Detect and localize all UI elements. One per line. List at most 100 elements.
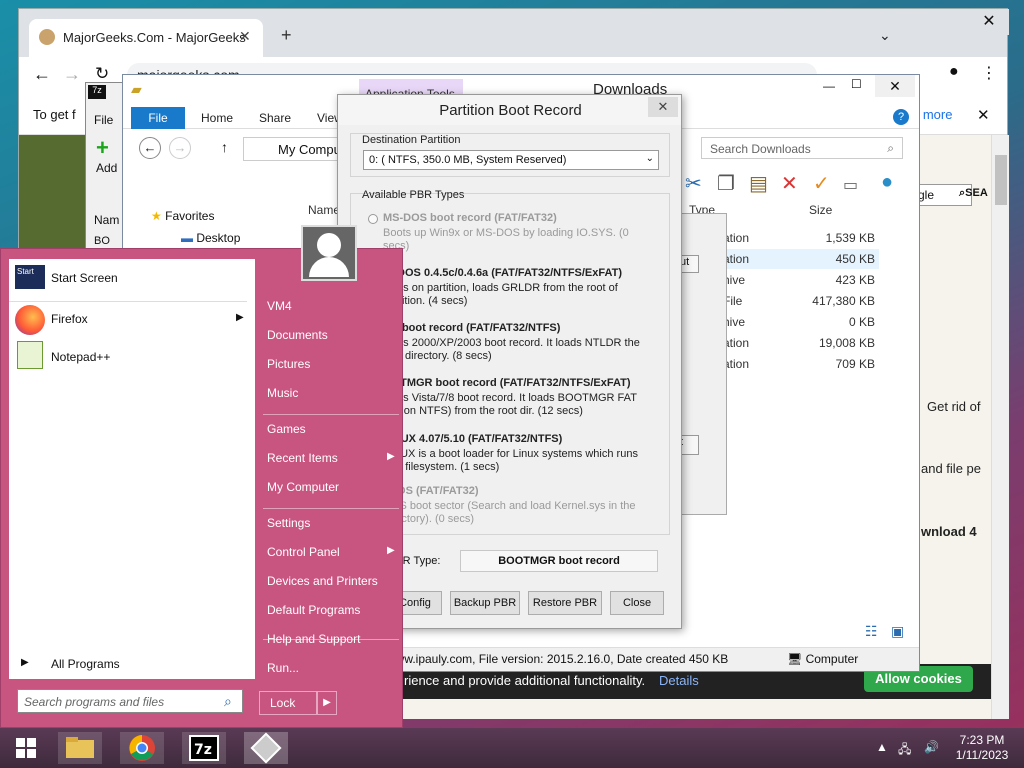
site-search-button[interactable]: ⌕SEA: [959, 187, 988, 200]
volume-icon[interactable]: 🔊: [924, 740, 939, 754]
chrome-tab-majorgeeks[interactable]: MajorGeeks.Com - MajorGeeks ✕: [29, 19, 263, 57]
lock-button[interactable]: Lock: [259, 691, 317, 715]
add-plus-icon[interactable]: +: [96, 135, 109, 161]
sevenzip-row[interactable]: BO: [94, 235, 110, 247]
file-row-size[interactable]: 423 KB: [785, 273, 875, 287]
pinned-start-screen[interactable]: Start Screen: [51, 271, 118, 285]
taskbar-bootice[interactable]: [244, 732, 288, 764]
destination-partition-select[interactable]: 0: ( NTFS, 350.0 MB, System Reserved) ⌄: [363, 150, 659, 170]
forward-icon[interactable]: →: [169, 137, 191, 159]
start-right-item[interactable]: Run...: [267, 661, 299, 675]
scrollbar-thumb[interactable]: [995, 155, 1007, 205]
start-right-item[interactable]: Games: [267, 422, 306, 436]
back-icon[interactable]: ←: [139, 137, 161, 159]
close-tab-icon[interactable]: ✕: [239, 28, 251, 45]
details-view-icon[interactable]: ☷: [865, 623, 878, 640]
start-right-item[interactable]: Devices and Printers: [267, 574, 378, 588]
start-right-item[interactable]: Recent Items: [267, 451, 338, 465]
submenu-arrow-icon[interactable]: ▶: [387, 451, 395, 462]
new-tab-button[interactable]: +: [281, 25, 292, 46]
reload-icon[interactable]: ↻: [95, 64, 109, 84]
explorer-close-button[interactable]: ✕: [875, 75, 915, 97]
pbr-type-label[interactable]: MS-DOS boot record (FAT/FAT32): [383, 212, 557, 224]
file-row-size[interactable]: 417,380 KB: [785, 294, 875, 308]
forward-icon[interactable]: →: [63, 64, 81, 85]
pinned-firefox[interactable]: Firefox: [51, 312, 88, 326]
taskbar-explorer[interactable]: [58, 732, 102, 764]
maximize-icon[interactable]: ☐: [851, 77, 862, 91]
all-programs[interactable]: All Programs: [51, 657, 120, 671]
search-icon[interactable]: ⌕: [224, 693, 232, 710]
pbr-type-radio[interactable]: [368, 214, 378, 224]
start-right-item[interactable]: VM4: [267, 299, 292, 313]
ribbon-home-tab[interactable]: Home: [201, 111, 233, 125]
chrome-close-button[interactable]: ✕: [969, 9, 1009, 35]
back-icon[interactable]: ←: [33, 64, 51, 85]
column-name[interactable]: Name: [308, 203, 340, 217]
file-row-size[interactable]: 450 KB: [785, 252, 875, 266]
start-right-item[interactable]: Settings: [267, 516, 310, 530]
cut-icon[interactable]: ✂: [685, 171, 702, 196]
column-size[interactable]: Size: [809, 203, 832, 217]
webpage-text-3[interactable]: wnload 4: [921, 524, 977, 539]
start-right-item[interactable]: My Computer: [267, 480, 339, 494]
user-avatar[interactable]: [301, 225, 357, 281]
sevenzip-name-column[interactable]: Nam: [94, 213, 119, 227]
taskbar-7zip[interactable]: 7z: [182, 732, 226, 764]
help-icon[interactable]: ?: [893, 109, 909, 125]
chevron-down-icon[interactable]: ⌄: [879, 27, 891, 44]
power-options-arrow-icon[interactable]: ▶: [317, 691, 337, 715]
close-button[interactable]: Close: [610, 591, 664, 615]
firefox-submenu-arrow-icon[interactable]: ▶: [236, 312, 244, 323]
explorer-search-input[interactable]: Search Downloads ⌕: [701, 137, 903, 159]
start-right-item[interactable]: Control Panel: [267, 545, 340, 559]
pbr-type-label[interactable]: LINUX 4.07/5.10 (FAT/FAT32/NTFS): [383, 433, 562, 445]
file-row-size[interactable]: 709 KB: [785, 357, 875, 371]
up-arrow-icon[interactable]: ↑: [221, 139, 228, 155]
nav-favorites[interactable]: ★ Favorites: [151, 209, 214, 223]
sevenzip-file-menu[interactable]: File: [94, 113, 113, 127]
menu-dots-icon[interactable]: ⋮: [981, 63, 997, 83]
start-right-item[interactable]: Documents: [267, 328, 328, 342]
pbr-type-label[interactable]: DR boot record (FAT/FAT32/NTFS): [383, 322, 560, 334]
page-scrollbar[interactable]: [991, 135, 1009, 719]
file-row-size[interactable]: 19,008 KB: [785, 336, 875, 350]
nav-desktop[interactable]: ▬ Desktop: [181, 231, 240, 245]
explorer-address-bar[interactable]: My Compu: [243, 137, 343, 161]
tray-up-arrow-icon[interactable]: ▲: [876, 740, 888, 754]
taskbar-chrome[interactable]: [120, 732, 164, 764]
pbr-close-icon[interactable]: ✕: [648, 97, 678, 117]
pbr-type-label[interactable]: B4DOS 0.4.5c/0.4.6a (FAT/FAT32/NTFS/ExFA…: [383, 267, 622, 279]
delete-icon[interactable]: ✕: [781, 171, 798, 196]
minimize-icon[interactable]: —: [823, 79, 835, 93]
rename-icon[interactable]: ▭: [843, 175, 858, 195]
ribbon-file-tab[interactable]: File: [131, 107, 185, 129]
sevenzip-logo-icon: 7z: [88, 85, 106, 99]
pbr-type-label[interactable]: OOTMGR boot record (FAT/FAT32/NTFS/ExFAT…: [383, 377, 631, 389]
sevenzip-add-button[interactable]: Add: [96, 161, 117, 175]
start-search-input[interactable]: Search programs and files ⌕: [17, 689, 243, 713]
check-icon[interactable]: ✓: [813, 171, 830, 196]
globe-icon[interactable]: ●: [881, 171, 893, 194]
backup-pbr-button[interactable]: Backup PBR: [450, 591, 520, 615]
start-right-item[interactable]: Default Programs: [267, 603, 360, 617]
start-button[interactable]: [4, 732, 48, 764]
file-row-size[interactable]: 1,539 KB: [785, 231, 875, 245]
pinned-notepad-plus-plus[interactable]: Notepad++: [51, 350, 110, 364]
background-dialog-button-1[interactable]: ut: [679, 255, 699, 273]
cookie-details-link[interactable]: Details: [659, 673, 699, 688]
paste-icon[interactable]: ▤: [749, 171, 768, 196]
copy-icon[interactable]: ❐: [717, 171, 735, 196]
network-icon[interactable]: 🖧: [898, 740, 911, 761]
profile-icon[interactable]: ●: [949, 63, 959, 81]
ribbon-share-tab[interactable]: Share: [259, 111, 291, 125]
start-right-item[interactable]: Pictures: [267, 357, 310, 371]
large-icons-view-icon[interactable]: ▣: [891, 623, 904, 640]
submenu-arrow-icon[interactable]: ▶: [387, 545, 395, 556]
restore-pbr-button[interactable]: Restore PBR: [528, 591, 602, 615]
file-row-size[interactable]: 0 KB: [785, 315, 875, 329]
start-right-item[interactable]: Music: [267, 386, 298, 400]
infobar-close-icon[interactable]: ✕: [977, 106, 990, 124]
background-dialog-button-2[interactable]: t: [679, 435, 699, 455]
taskbar-clock[interactable]: 7:23 PM 1/11/2023: [950, 733, 1014, 763]
